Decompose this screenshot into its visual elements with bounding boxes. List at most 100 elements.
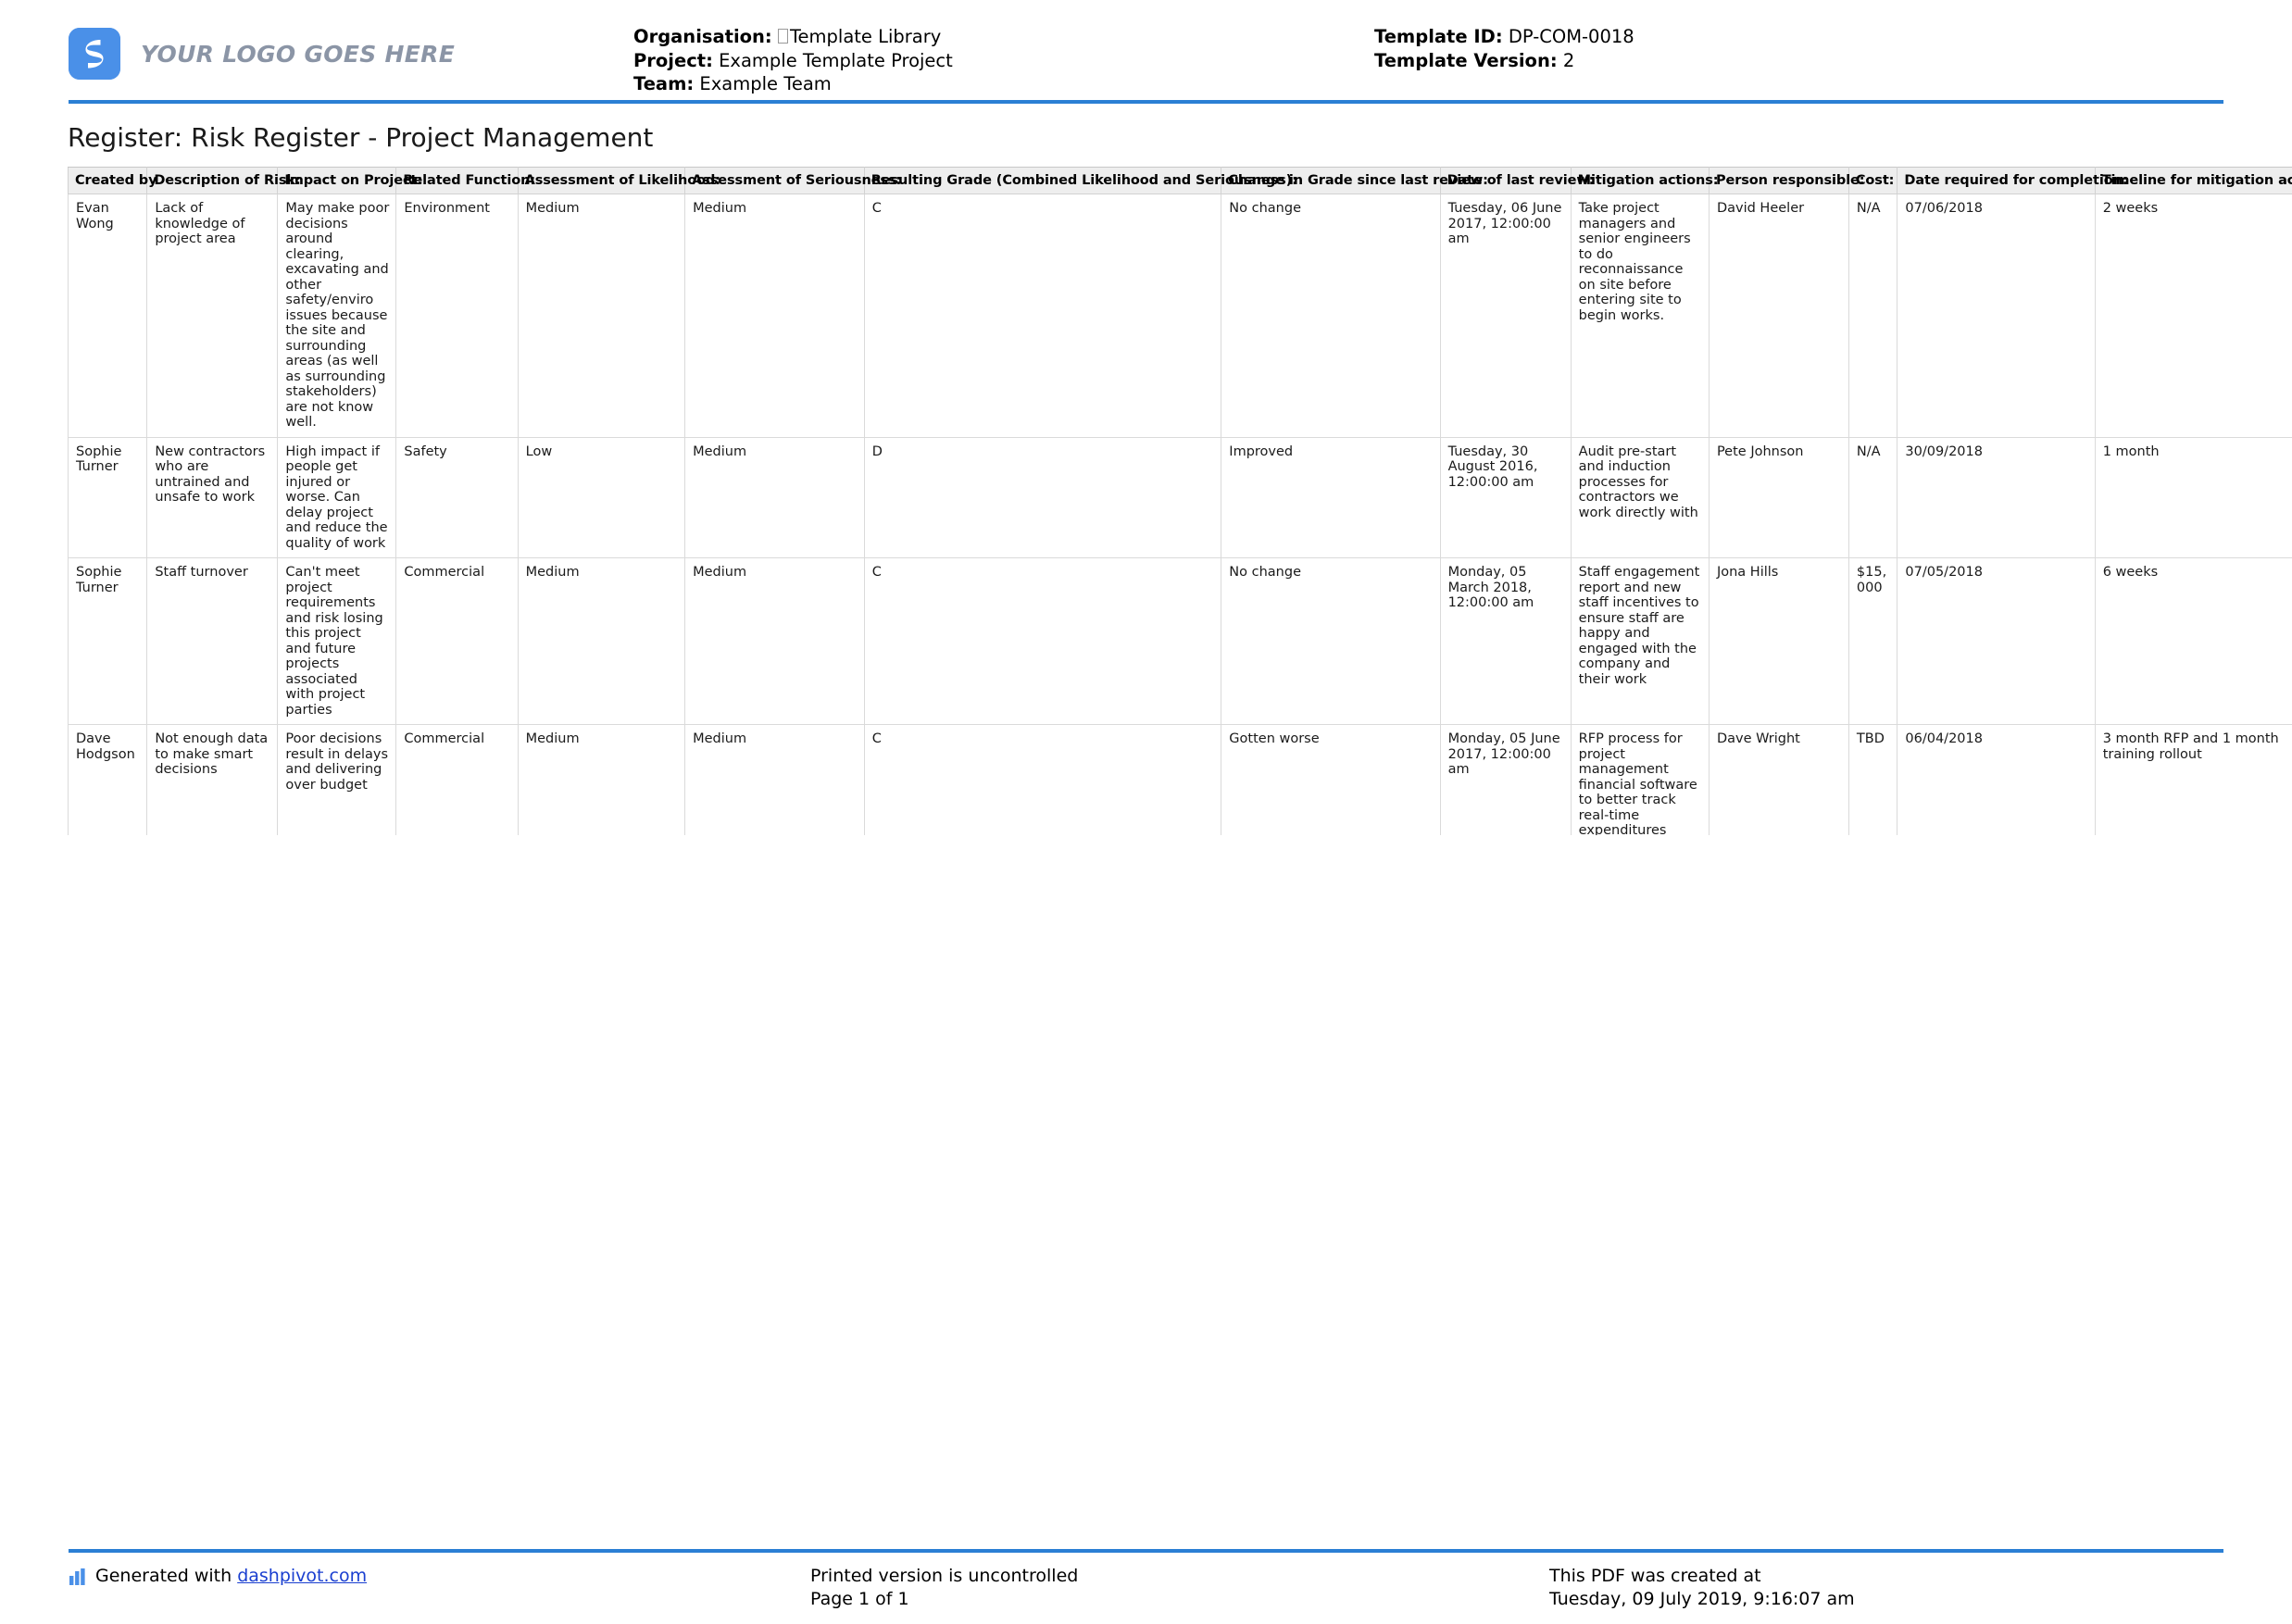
cell-description: Not enough data to make smart decisions bbox=[146, 724, 279, 835]
table-row: Sophie Turner Staff turnover Can't meet … bbox=[68, 557, 2292, 725]
cell-description: Lack of knowledge of project area bbox=[146, 194, 279, 438]
cell-created-by: Dave Hodgson bbox=[68, 724, 148, 835]
cell-cost: $15,000 bbox=[1847, 557, 1898, 725]
header-meta-left: Organisation: Template Library Project: … bbox=[633, 26, 953, 97]
cell-related-function: Commercial bbox=[395, 724, 519, 835]
cell-impact: May make poor decisions around clearing,… bbox=[277, 194, 397, 438]
risk-register-table-container: Created by Description of Risk: Impact o… bbox=[68, 167, 2292, 835]
meta-project-value: Example Template Project bbox=[719, 49, 953, 71]
cell-date-last-review: Tuesday, 06 June 2017, 12:00:00 am bbox=[1439, 194, 1572, 438]
cell-person-responsible: David Heeler bbox=[1708, 194, 1849, 438]
cell-cost: N/A bbox=[1847, 436, 1898, 558]
cell-timeline: 3 month RFP and 1 month training rollout bbox=[2094, 724, 2292, 835]
footer-generated-with: Generated with dashpivot.com bbox=[69, 1565, 367, 1592]
cell-impact: Can't meet project requirements and risk… bbox=[277, 557, 397, 725]
missing-glyph-icon bbox=[777, 29, 788, 44]
table-row: Dave Hodgson Not enough data to make sma… bbox=[68, 724, 2292, 835]
footer-page-number: Page 1 of 1 bbox=[810, 1589, 909, 1609]
meta-template-id: Template ID: DP-COM-0018 bbox=[1374, 26, 1634, 49]
cell-change-in-grade: Improved bbox=[1221, 436, 1441, 558]
cell-created-by: Sophie Turner bbox=[68, 436, 148, 558]
col-header-cost[interactable]: Cost: bbox=[1847, 167, 1898, 194]
meta-organisation-value: Template Library bbox=[789, 26, 942, 47]
cell-related-function: Environment bbox=[395, 194, 519, 438]
cell-mitigation-actions: Staff engagement report and new staff in… bbox=[1570, 557, 1710, 725]
cell-date-last-review: Monday, 05 March 2018, 12:00:00 am bbox=[1439, 557, 1572, 725]
cell-resulting-grade: D bbox=[863, 436, 1222, 558]
cell-timeline: 6 weeks bbox=[2094, 557, 2292, 725]
cell-date-required: 06/04/2018 bbox=[1897, 724, 2096, 835]
table-row: Sophie Turner New contractors who are un… bbox=[68, 436, 2292, 558]
footer-generated-prefix: Generated with bbox=[95, 1566, 238, 1586]
cell-change-in-grade: No change bbox=[1221, 557, 1441, 725]
cell-mitigation-actions: RFP process for project management finan… bbox=[1570, 724, 1710, 835]
cell-impact: Poor decisions result in delays and deli… bbox=[277, 724, 397, 835]
document-footer: Generated with dashpivot.com Printed ver… bbox=[0, 1565, 2292, 1624]
cell-resulting-grade: C bbox=[863, 557, 1222, 725]
cell-person-responsible: Jona Hills bbox=[1708, 557, 1849, 725]
footer-divider bbox=[69, 1549, 2223, 1553]
meta-project: Project: Example Template Project bbox=[633, 50, 953, 73]
header-divider bbox=[69, 100, 2223, 104]
col-header-related-function[interactable]: Related Function: bbox=[395, 167, 535, 194]
meta-template-id-value: DP-COM-0018 bbox=[1508, 26, 1634, 47]
col-header-person-responsible[interactable]: Person responsible: bbox=[1708, 167, 1865, 194]
meta-organisation: Organisation: Template Library bbox=[633, 26, 953, 49]
cell-related-function: Commercial bbox=[395, 557, 519, 725]
footer-created-label: This PDF was created at bbox=[1549, 1566, 1761, 1586]
cell-impact: High impact if people get injured or wor… bbox=[277, 436, 397, 558]
cell-likelihood: Medium bbox=[517, 194, 686, 438]
cell-timeline: 1 month bbox=[2094, 436, 2292, 558]
meta-team: Team: Example Team bbox=[633, 73, 953, 96]
footer-uncontrolled-text: Printed version is uncontrolled bbox=[810, 1566, 1079, 1586]
cell-likelihood: Medium bbox=[517, 557, 686, 725]
meta-project-label: Project: bbox=[633, 49, 713, 71]
cell-change-in-grade: No change bbox=[1221, 194, 1441, 438]
meta-organisation-label: Organisation: bbox=[633, 26, 772, 47]
logo-mark-icon bbox=[69, 28, 120, 80]
meta-template-version: Template Version: 2 bbox=[1374, 50, 1634, 73]
cell-seriousness: Medium bbox=[684, 194, 865, 438]
cell-likelihood: Low bbox=[517, 436, 686, 558]
cell-seriousness: Medium bbox=[684, 724, 865, 835]
cell-seriousness: Medium bbox=[684, 436, 865, 558]
col-header-created-by[interactable]: Created by bbox=[68, 167, 157, 194]
meta-template-version-value: 2 bbox=[1562, 49, 1575, 71]
cell-description: New contractors who are untrained and un… bbox=[146, 436, 279, 558]
risk-register-table: Created by Description of Risk: Impact o… bbox=[68, 167, 2292, 835]
document-header: YOUR LOGO GOES HERE Organisation: Templa… bbox=[0, 0, 2292, 104]
table-row: Evan Wong Lack of knowledge of project a… bbox=[68, 194, 2292, 438]
cell-created-by: Sophie Turner bbox=[68, 557, 148, 725]
cell-cost: TBD bbox=[1847, 724, 1898, 835]
cell-date-required: 30/09/2018 bbox=[1897, 436, 2096, 558]
footer-generated-text: Generated with dashpivot.com bbox=[95, 1565, 367, 1588]
col-header-date-last-review[interactable]: Date of last review: bbox=[1439, 167, 1594, 194]
col-header-impact[interactable]: Impact on Project: bbox=[277, 167, 422, 194]
cell-mitigation-actions: Audit pre-start and induction processes … bbox=[1570, 436, 1710, 558]
bar-chart-icon bbox=[69, 1568, 87, 1592]
footer-print-notice: Printed version is uncontrolled Page 1 o… bbox=[810, 1565, 1078, 1611]
company-logo: YOUR LOGO GOES HERE bbox=[69, 28, 455, 80]
cell-related-function: Safety bbox=[395, 436, 519, 558]
cell-date-last-review: Tuesday, 30 August 2016, 12:00:00 am bbox=[1439, 436, 1572, 558]
footer-created-timestamp: Tuesday, 09 July 2019, 9:16:07 am bbox=[1549, 1589, 1855, 1609]
cell-person-responsible: Dave Wright bbox=[1708, 724, 1849, 835]
col-header-mitigation-actions[interactable]: Mitigation actions: bbox=[1570, 167, 1719, 194]
col-header-seriousness[interactable]: Assessment of Seriousness: bbox=[684, 167, 901, 194]
col-header-likelihood[interactable]: Assessment of Likelihood: bbox=[517, 167, 720, 194]
cell-resulting-grade: C bbox=[863, 724, 1222, 835]
col-header-resulting-grade[interactable]: Resulting Grade (Combined Likelihood and… bbox=[863, 167, 1297, 194]
col-header-date-required[interactable]: Date required for completion: bbox=[1897, 167, 2128, 194]
col-header-description[interactable]: Description of Risk: bbox=[146, 167, 301, 194]
col-header-change-in-grade[interactable]: Change in Grade since last review: bbox=[1221, 167, 1488, 194]
col-header-timeline[interactable]: Timeline for mitigation actions: bbox=[2094, 167, 2292, 194]
cell-likelihood: Medium bbox=[517, 724, 686, 835]
cell-change-in-grade: Gotten worse bbox=[1221, 724, 1441, 835]
dashpivot-link[interactable]: dashpivot.com bbox=[237, 1566, 367, 1586]
cell-seriousness: Medium bbox=[684, 557, 865, 725]
header-meta-right: Template ID: DP-COM-0018 Template Versio… bbox=[1374, 26, 1634, 73]
cell-date-required: 07/05/2018 bbox=[1897, 557, 2096, 725]
meta-team-value: Example Team bbox=[699, 73, 832, 94]
document-page: YOUR LOGO GOES HERE Organisation: Templa… bbox=[0, 0, 2292, 1624]
meta-template-version-label: Template Version: bbox=[1374, 49, 1558, 71]
